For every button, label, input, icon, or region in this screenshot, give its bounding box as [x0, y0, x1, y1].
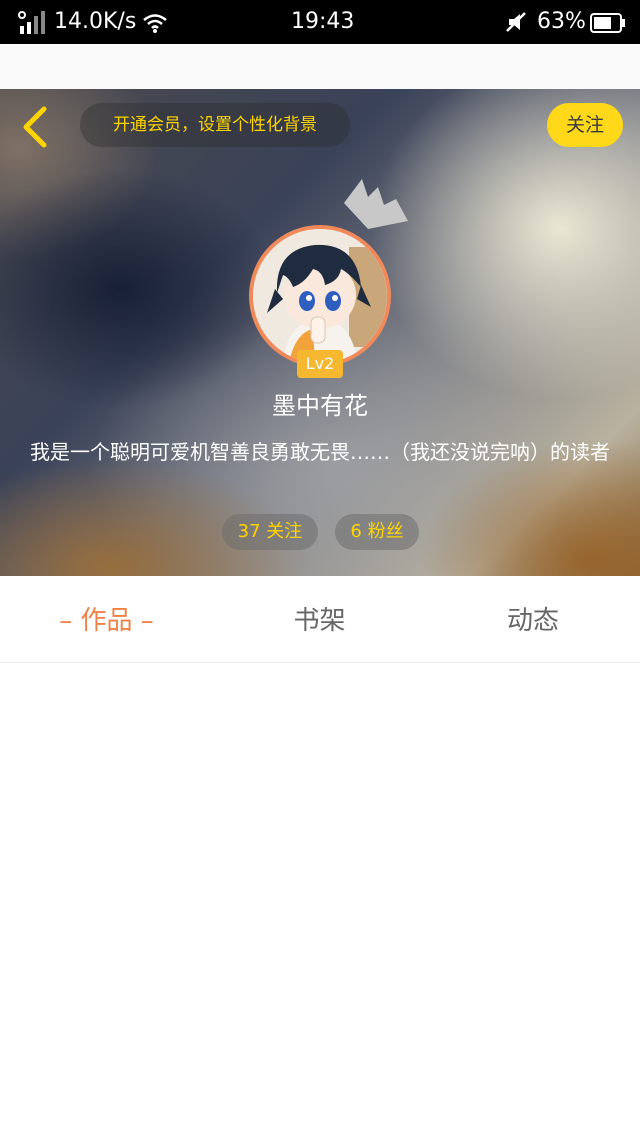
crown-icon — [344, 179, 408, 229]
tab-works[interactable]: – 作品 – — [0, 576, 213, 663]
level-badge: Lv2 — [297, 350, 343, 378]
back-arrow-icon[interactable] — [14, 105, 54, 149]
profile-tabs: – 作品 – 书架 动态 — [0, 576, 640, 663]
signal-icon — [18, 11, 45, 34]
battery-icon — [590, 13, 625, 33]
tab-activity[interactable]: 动态 — [426, 576, 640, 663]
follow-button[interactable]: 关注 — [547, 103, 623, 147]
clock: 19:43 — [291, 9, 355, 34]
avatar[interactable] — [253, 229, 387, 363]
network-speed: 14.0K/s — [54, 9, 137, 34]
wifi-icon — [143, 14, 167, 33]
user-bio: 我是一个聪明可爱机智善良勇敢无畏……（我还没说完呐）的读者 — [30, 440, 610, 464]
status-bar: 14.0K/s 19:43 63% — [0, 0, 640, 44]
following-count[interactable]: 37 关注 — [222, 514, 318, 550]
username: 墨中有花 — [272, 392, 368, 420]
tab-bookshelf[interactable]: 书架 — [213, 576, 426, 663]
toolbar-strip — [0, 44, 640, 89]
avatar-ring — [249, 225, 391, 367]
fans-count[interactable]: 6 粉丝 — [335, 514, 419, 550]
vip-background-banner[interactable]: 开通会员，设置个性化背景 — [80, 103, 350, 147]
avatar-illustration — [253, 229, 387, 363]
profile-header: 开通会员，设置个性化背景 关注 Lv2 墨中有花 我是一个聪明可爱机智善良勇敢无… — [0, 89, 640, 576]
battery-percent: 63% — [537, 9, 586, 34]
mute-icon — [506, 12, 526, 32]
